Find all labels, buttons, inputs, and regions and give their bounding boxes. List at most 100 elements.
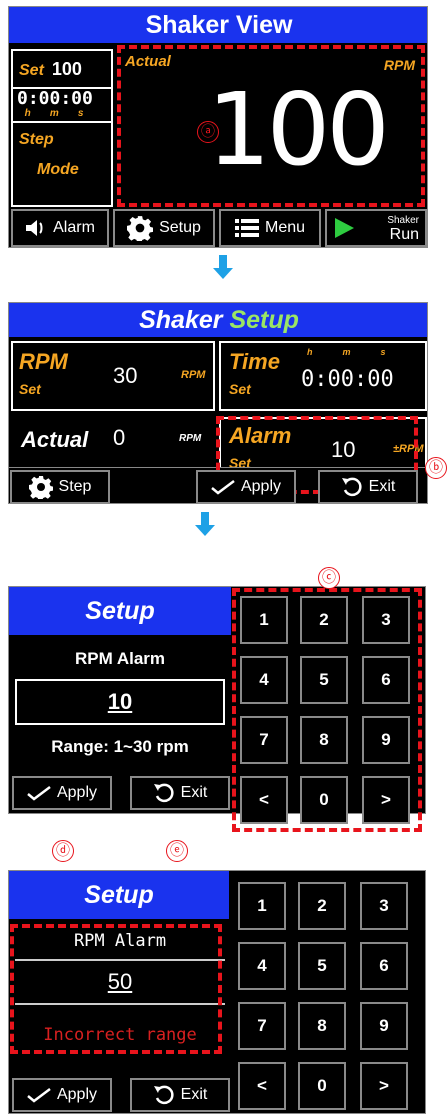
time-unit-s: s (380, 347, 386, 357)
alarm-set-unit: ±RPM (393, 443, 424, 455)
checkmark-icon (211, 480, 235, 495)
shaker-run-button[interactable]: Shaker Run (325, 209, 427, 247)
step-label: Step (19, 131, 54, 148)
apply-button-label: Apply (240, 478, 282, 495)
apply-button-3[interactable]: Apply (12, 776, 112, 810)
setup-button[interactable]: Setup (113, 209, 215, 247)
key-9[interactable]: 9 (360, 1002, 408, 1050)
key-5[interactable]: 5 (300, 656, 348, 704)
key-9[interactable]: 9 (362, 716, 410, 764)
exit-button-label: Exit (180, 784, 208, 801)
timer-unit-m: m (49, 108, 59, 119)
menu-button-label: Menu (264, 219, 306, 236)
set-info-box[interactable]: Set 100 0:00:00 h m s Step Mode (11, 49, 113, 207)
error-value-text: 50 (107, 969, 133, 994)
apply-button-4[interactable]: Apply (12, 1078, 112, 1112)
step-button-label: Step (58, 478, 92, 495)
field-heading: RPM Alarm (74, 649, 166, 668)
shaker-setup-screen: Shaker Setup RPM Set 30 RPM Time Set h m… (8, 302, 428, 468)
run-button-label-bottom: Run (389, 226, 419, 243)
marker-e: ⓔ (166, 840, 188, 862)
key-2[interactable]: 2 (298, 882, 346, 930)
alarm-set-value: 10 (331, 437, 356, 462)
speaker-icon (26, 220, 43, 236)
mode-label: Mode (37, 161, 79, 178)
timer-unit-s: s (77, 108, 84, 119)
undo-icon (153, 1085, 174, 1105)
apply-button-label: Apply (56, 1086, 98, 1103)
key-back[interactable]: < (240, 776, 288, 824)
time-set-value: 0:00:00 (301, 367, 394, 392)
checkmark-icon (27, 1088, 51, 1103)
range-text: Range: 1~30 rpm (51, 737, 189, 756)
actual-rpm-display: Actual RPM 100 ⓐ (117, 47, 427, 207)
key-forward[interactable]: > (360, 1062, 408, 1110)
marker-c: ⓒ (318, 567, 340, 589)
key-4[interactable]: 4 (238, 942, 286, 990)
menu-button[interactable]: Menu (219, 209, 321, 247)
step-button[interactable]: Step (10, 470, 110, 504)
exit-button-2[interactable]: Exit (318, 470, 418, 504)
rpm-set-value: 30 (113, 363, 138, 388)
marker-d: ⓓ (52, 840, 74, 862)
timer-value: 0:00:00 (17, 88, 93, 109)
apply-button-2[interactable]: Apply (196, 470, 296, 504)
alarm-set-sublabel: Set (229, 455, 251, 468)
key-7[interactable]: 7 (240, 716, 288, 764)
set-label: Set (19, 62, 44, 79)
shaker-setup-title-bar: Shaker Setup (9, 303, 427, 337)
key-1[interactable]: 1 (240, 596, 288, 644)
setup-button-label: Setup (159, 219, 201, 236)
rpm-set-label: RPM (19, 349, 68, 374)
key-3[interactable]: 3 (362, 596, 410, 644)
key-6[interactable]: 6 (360, 942, 408, 990)
key-4[interactable]: 4 (240, 656, 288, 704)
exit-button-label: Exit (180, 1086, 208, 1103)
key-0[interactable]: 0 (298, 1062, 346, 1110)
exit-button-4[interactable]: Exit (130, 1078, 230, 1112)
undo-icon (341, 477, 362, 497)
set-value: 100 (51, 59, 82, 79)
key-forward[interactable]: > (362, 776, 410, 824)
error-message: Incorrect range (43, 1025, 197, 1045)
actual-rpm-value: 100 (207, 71, 390, 188)
undo-icon (153, 783, 174, 803)
actual-field: Actual 0 RPM (11, 417, 215, 467)
gear-icon (28, 476, 53, 499)
error-value-input[interactable]: 50 (15, 959, 225, 1005)
timer-box: 0:00:00 h m s (13, 87, 111, 123)
exit-button-label: Exit (368, 478, 396, 495)
time-set-sublabel: Set (229, 381, 251, 397)
key-5[interactable]: 5 (298, 942, 346, 990)
list-icon (234, 219, 259, 237)
gear-icon (127, 216, 154, 241)
time-unit-m: m (342, 347, 351, 357)
value-input[interactable]: 10 (15, 679, 225, 725)
apply-button-label: Apply (56, 784, 98, 801)
exit-button-3[interactable]: Exit (130, 776, 230, 810)
key-1[interactable]: 1 (238, 882, 286, 930)
alarm-set-label: Alarm (229, 423, 292, 448)
shaker-view-title-bar: Shaker View (9, 7, 427, 43)
rpm-set-field[interactable]: RPM Set 30 RPM (11, 341, 215, 411)
alarm-button-label: Alarm (53, 219, 95, 236)
setup-title-bar: Setup (9, 871, 229, 919)
key-8[interactable]: 8 (300, 716, 348, 764)
key-6[interactable]: 6 (362, 656, 410, 704)
alarm-button[interactable]: Alarm (11, 209, 109, 247)
time-set-field[interactable]: Time Set h m s 0:00:00 (219, 341, 427, 411)
actual-unit: RPM (179, 433, 202, 444)
alarm-set-field[interactable]: Alarm Set 10 ±RPM (219, 417, 427, 468)
key-back[interactable]: < (238, 1062, 286, 1110)
key-7[interactable]: 7 (238, 1002, 286, 1050)
title-shaker: Shaker (139, 306, 223, 334)
checkmark-icon (27, 786, 51, 801)
actual-label: Actual (21, 427, 89, 452)
value-input-text: 10 (107, 689, 133, 714)
key-3[interactable]: 3 (360, 882, 408, 930)
rpm-set-sublabel: Set (19, 381, 41, 397)
setup-title-bar: Setup (9, 587, 231, 635)
key-0[interactable]: 0 (300, 776, 348, 824)
key-8[interactable]: 8 (298, 1002, 346, 1050)
key-2[interactable]: 2 (300, 596, 348, 644)
